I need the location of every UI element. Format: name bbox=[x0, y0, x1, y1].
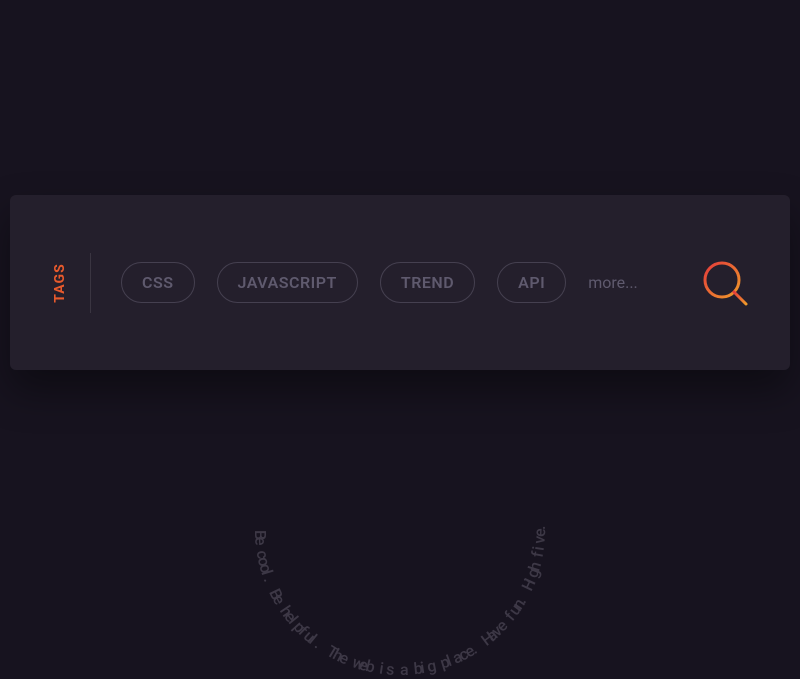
tags-card: TAGS CSS JAVASCRIPT TREND API more... bbox=[10, 195, 790, 370]
tag-trend[interactable]: TREND bbox=[380, 262, 475, 303]
tags-label: TAGS bbox=[52, 263, 68, 303]
tag-row: CSS JAVASCRIPT TREND API more... bbox=[121, 262, 700, 303]
more-link[interactable]: more... bbox=[588, 273, 638, 292]
tag-api[interactable]: API bbox=[497, 262, 566, 303]
tag-css[interactable]: CSS bbox=[121, 262, 195, 303]
divider bbox=[90, 253, 91, 313]
search-icon[interactable] bbox=[700, 258, 750, 308]
tag-javascript[interactable]: JAVASCRIPT bbox=[217, 262, 358, 303]
